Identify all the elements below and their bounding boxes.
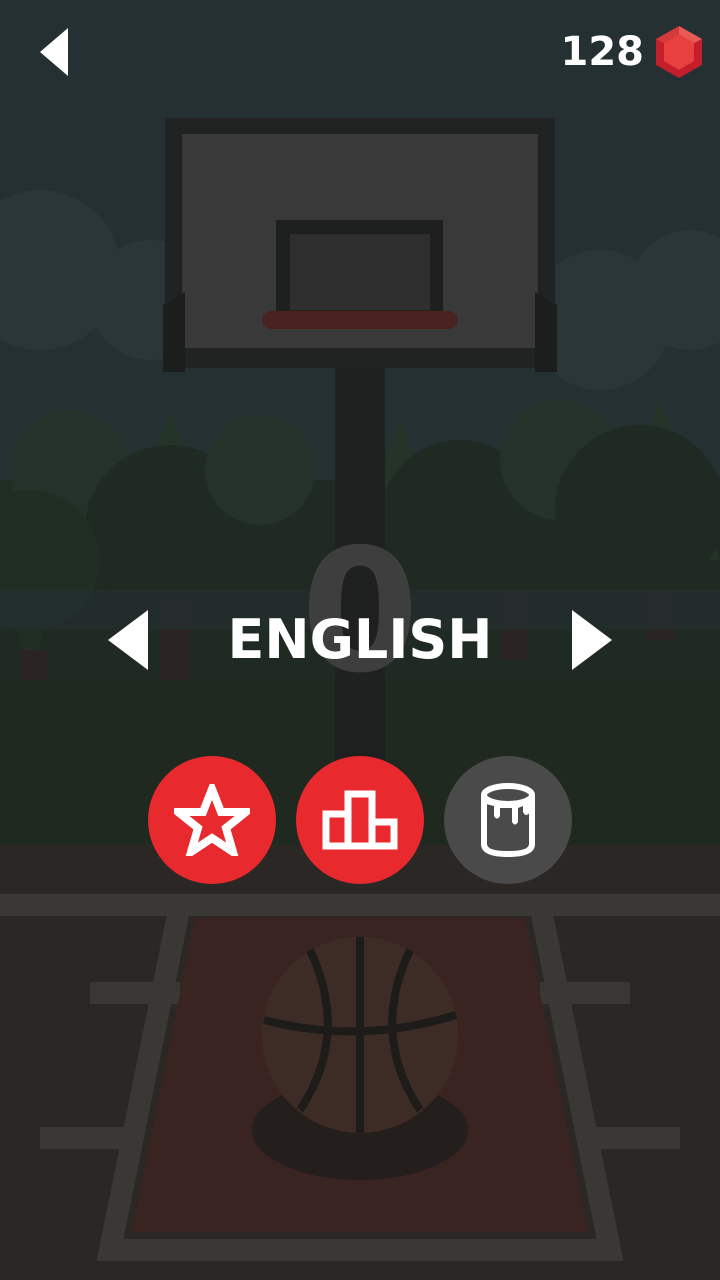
leaderboard-button[interactable]	[296, 756, 424, 884]
backboard	[163, 118, 557, 372]
chevron-right-icon	[572, 610, 612, 670]
paint-bucket-icon	[481, 783, 535, 858]
gem-counter: 128	[561, 22, 705, 82]
star-icon	[174, 784, 250, 856]
language-selector: ENGLISH	[0, 600, 720, 680]
basketball	[262, 937, 458, 1133]
back-button[interactable]	[26, 22, 82, 82]
language-prev-button[interactable]	[104, 608, 154, 672]
back-arrow-icon	[40, 28, 68, 76]
skins-button[interactable]	[444, 756, 572, 884]
hoop-rim	[262, 311, 458, 329]
rate-button[interactable]	[148, 756, 276, 884]
gem-count: 128	[560, 29, 645, 75]
language-next-button[interactable]	[566, 608, 616, 672]
chevron-left-icon	[108, 610, 148, 670]
ruby-gem-icon	[656, 26, 702, 78]
podium-icon	[322, 790, 398, 850]
language-label: ENGLISH	[227, 608, 493, 671]
